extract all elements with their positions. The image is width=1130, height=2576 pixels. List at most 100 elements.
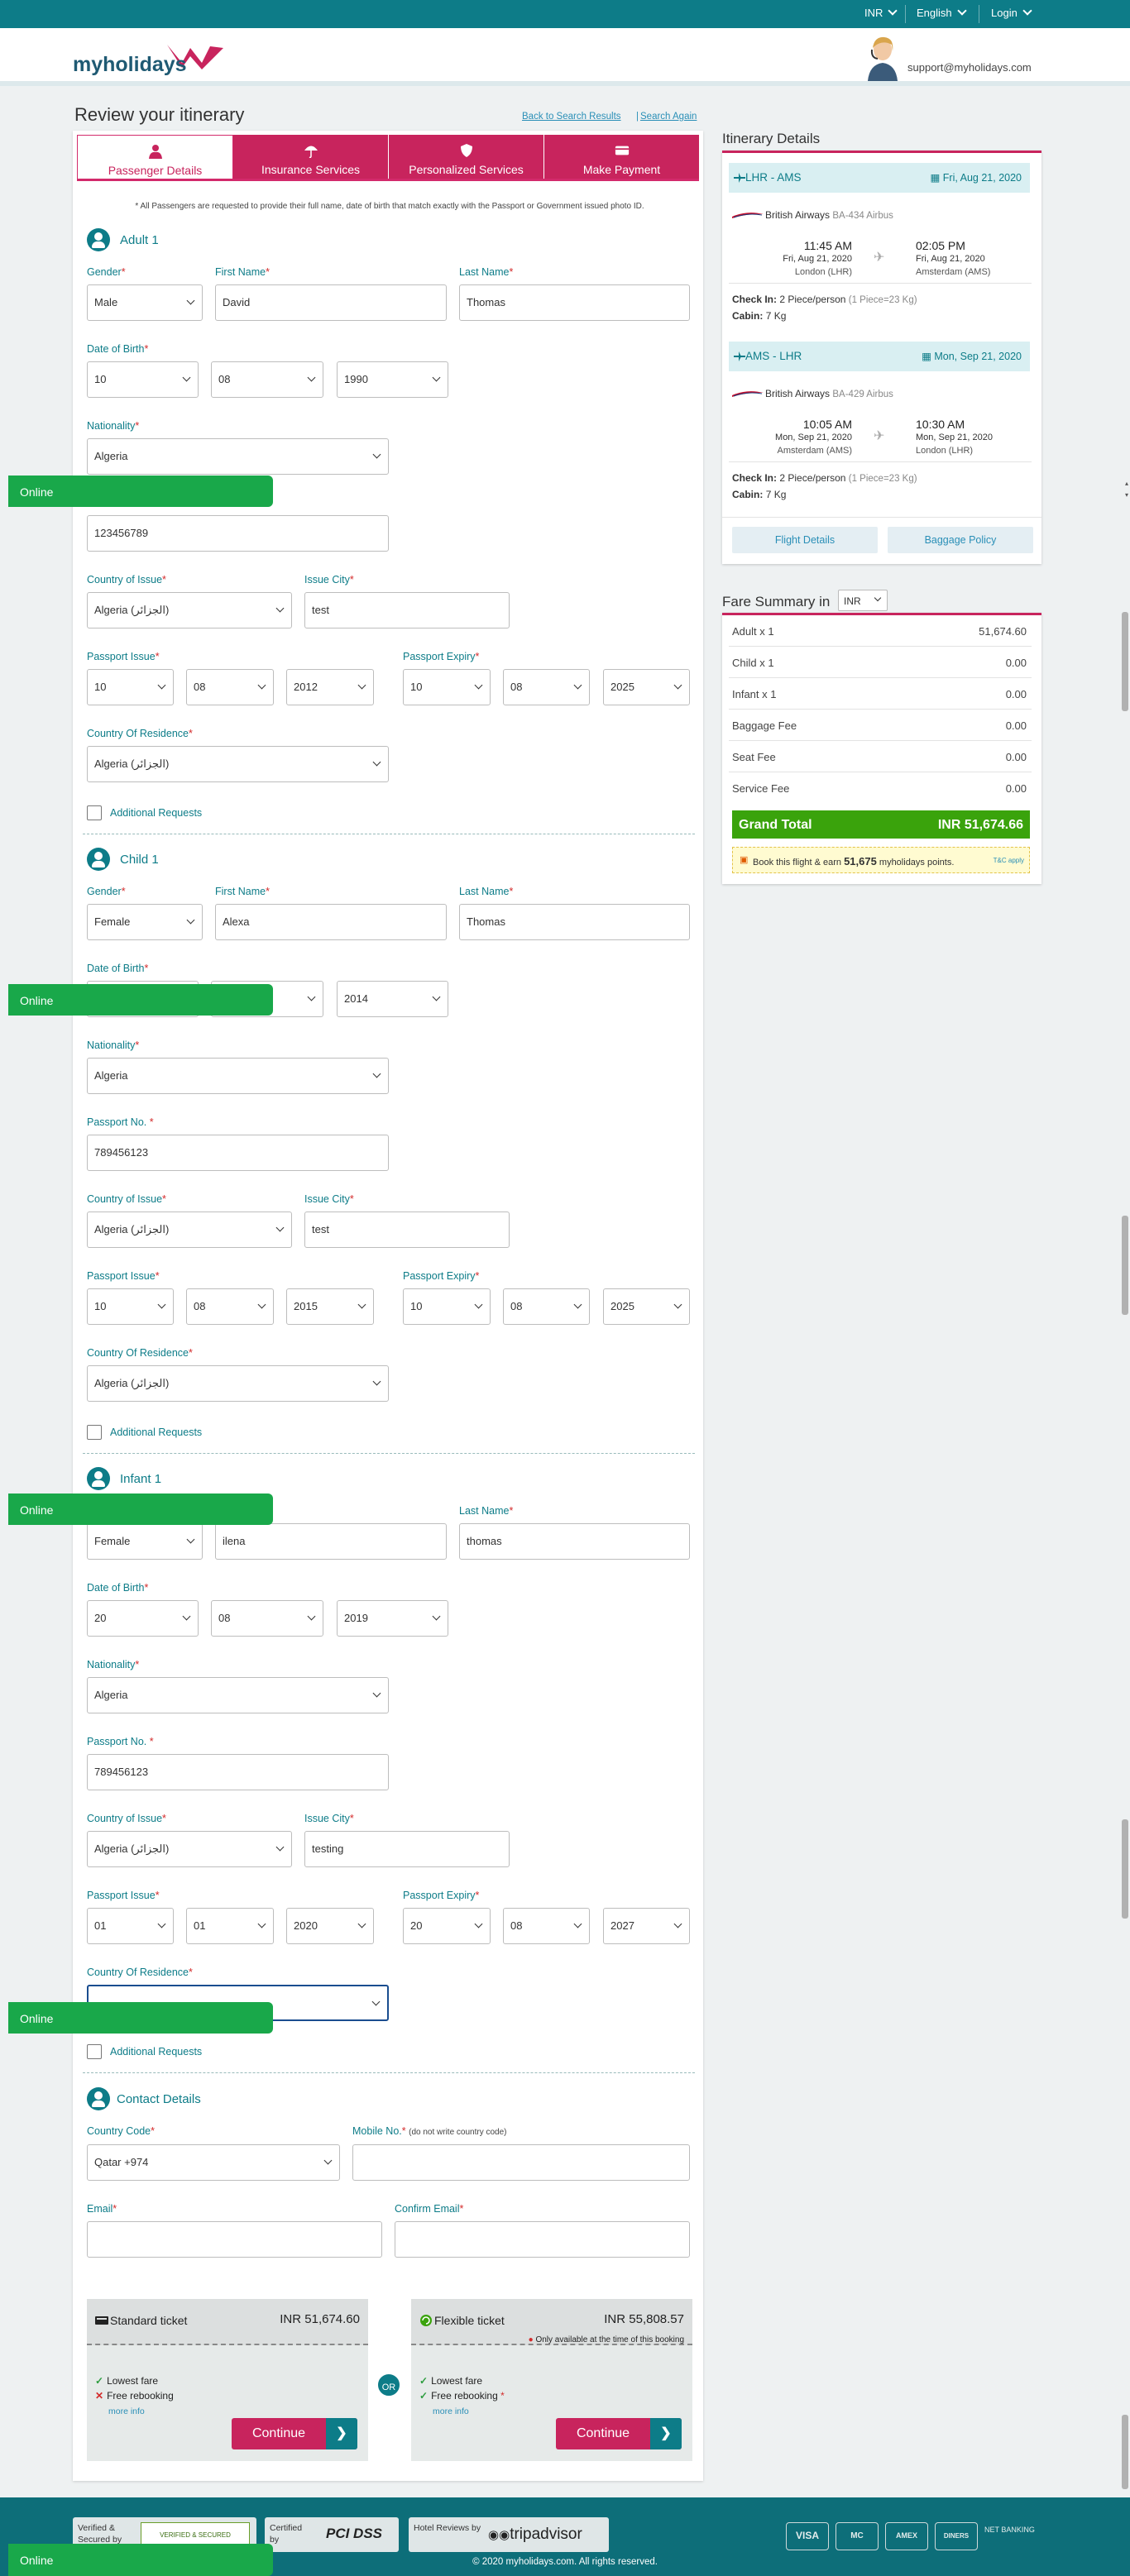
infant-first-name-input[interactable]: ilena bbox=[215, 1523, 447, 1560]
support-email[interactable]: support@myholidays.com bbox=[907, 61, 1032, 74]
tab-passenger-details[interactable]: Passenger Details bbox=[77, 135, 233, 179]
online-chat-tab[interactable]: Online bbox=[8, 476, 273, 507]
pci-badge[interactable]: Certified by PCI DSS bbox=[265, 2517, 399, 2552]
infant-passport-issue-month-select[interactable]: 01 bbox=[186, 1908, 274, 1944]
child-passport-expiry-year-select[interactable]: 2025 bbox=[603, 1288, 690, 1325]
additional-requests-label[interactable]: Additional Requests bbox=[110, 1427, 202, 1438]
currency-dropdown[interactable]: INR bbox=[864, 7, 896, 19]
adult-country-residence-select[interactable]: Algeria (الجزائر) bbox=[87, 746, 389, 782]
more-info-link[interactable]: more info bbox=[433, 2406, 469, 2416]
child-issue-city-input[interactable]: test bbox=[304, 1212, 510, 1248]
fare-row: Baggage Fee 0.00 bbox=[729, 710, 1032, 741]
infant-passport-issue-year-select[interactable]: 2020 bbox=[286, 1908, 374, 1944]
tc-link[interactable]: T&C apply bbox=[994, 857, 1024, 864]
child-passport-no-input[interactable]: 789456123 bbox=[87, 1135, 389, 1171]
scrollbar-thumb[interactable] bbox=[1122, 2415, 1128, 2489]
scrollbar-thumb[interactable] bbox=[1122, 1819, 1128, 1919]
online-chat-tab[interactable]: Online bbox=[8, 2002, 273, 2034]
mobile-input[interactable] bbox=[352, 2144, 690, 2181]
online-chat-tab[interactable]: Online bbox=[8, 984, 273, 1016]
child-nationality-select[interactable]: Algeria bbox=[87, 1058, 389, 1094]
adult-passport-no-input[interactable]: 123456789 bbox=[87, 515, 389, 552]
tab-insurance-services[interactable]: Insurance Services bbox=[233, 135, 389, 179]
adult-country-of-issue-select[interactable]: Algeria (الجزائر) bbox=[87, 592, 292, 628]
infant-dob-day-select[interactable]: 20 bbox=[87, 1600, 199, 1637]
online-chat-tab[interactable]: Online bbox=[8, 2544, 273, 2576]
checkin-baggage: Check In: 2 Piece/person (1 Piece=23 Kg) bbox=[732, 294, 917, 305]
logo[interactable]: myholidays bbox=[73, 53, 187, 77]
child-gender-select[interactable]: Female bbox=[87, 904, 203, 940]
additional-requests-label[interactable]: Additional Requests bbox=[110, 2046, 202, 2057]
adult-first-name-input[interactable]: David bbox=[215, 284, 447, 321]
adult-passport-issue-year-select[interactable]: 2012 bbox=[286, 669, 374, 705]
child-passport-issue-year-select[interactable]: 2015 bbox=[286, 1288, 374, 1325]
scrollbar-thumb[interactable] bbox=[1122, 1216, 1128, 1315]
infant-passport-expiry-day-select[interactable]: 20 bbox=[403, 1908, 491, 1944]
child-additional-requests-checkbox[interactable] bbox=[87, 1425, 102, 1440]
confirm-email-input[interactable] bbox=[395, 2221, 690, 2258]
passport-issue-label: Passport Issue* bbox=[87, 1270, 160, 1282]
adult-last-name-input[interactable]: Thomas bbox=[459, 284, 690, 321]
infant-additional-requests-checkbox[interactable] bbox=[87, 2044, 102, 2059]
country-code-label: Country Code* bbox=[87, 2125, 155, 2137]
infant-dob-month-select[interactable]: 08 bbox=[211, 1600, 323, 1637]
child-passport-expiry-day-select[interactable]: 10 bbox=[403, 1288, 491, 1325]
child-passport-expiry-month-select[interactable]: 08 bbox=[503, 1288, 590, 1325]
infant-last-name-input[interactable]: thomas bbox=[459, 1523, 690, 1560]
child-passport-issue-day-select[interactable]: 10 bbox=[87, 1288, 174, 1325]
language-dropdown[interactable]: English bbox=[917, 7, 965, 19]
ticket-price: INR 55,808.57 bbox=[604, 2312, 684, 2326]
scrollbar[interactable]: ▴ ▾ bbox=[1120, 480, 1130, 504]
adult-issue-city-input[interactable]: test bbox=[304, 592, 510, 628]
fare-currency-select[interactable]: INR bbox=[838, 590, 888, 611]
back-to-search-link[interactable]: Back to Search Results bbox=[522, 112, 621, 122]
country-code-select[interactable]: Qatar +974 bbox=[87, 2144, 340, 2181]
child-first-name-input[interactable]: Alexa bbox=[215, 904, 447, 940]
additional-requests-label[interactable]: Additional Requests bbox=[110, 807, 202, 819]
adult-additional-requests-checkbox[interactable] bbox=[87, 805, 102, 820]
adult-passport-issue-month-select[interactable]: 08 bbox=[186, 669, 274, 705]
baggage-policy-button[interactable]: Baggage Policy bbox=[888, 527, 1033, 553]
infant-dob-year-select[interactable]: 2019 bbox=[337, 1600, 448, 1637]
infant-issue-city-input[interactable]: testing bbox=[304, 1831, 510, 1867]
scrollbar-thumb[interactable] bbox=[1122, 612, 1128, 711]
more-info-link[interactable]: more info bbox=[108, 2406, 145, 2416]
adult-dob-month-select[interactable]: 08 bbox=[211, 361, 323, 398]
tripadvisor-badge[interactable]: Hotel Reviews by ◉◉tripadvisor bbox=[409, 2517, 609, 2552]
email-input[interactable] bbox=[87, 2221, 382, 2258]
infant-passport-issue-day-select[interactable]: 01 bbox=[87, 1908, 174, 1944]
tab-make-payment[interactable]: Make Payment bbox=[544, 135, 699, 179]
infant-passport-expiry-month-select[interactable]: 08 bbox=[503, 1908, 590, 1944]
last-name-label: Last Name* bbox=[459, 886, 514, 897]
adult-dob-day-select[interactable]: 10 bbox=[87, 361, 199, 398]
flexible-continue-button[interactable]: Continue ❯ bbox=[556, 2418, 682, 2449]
adult-passport-issue-day-select[interactable]: 10 bbox=[87, 669, 174, 705]
adult-passport-expiry-day-select[interactable]: 10 bbox=[403, 669, 491, 705]
login-dropdown[interactable]: Login bbox=[991, 7, 1031, 19]
search-again-link[interactable]: Search Again bbox=[640, 112, 697, 122]
infant-country-of-issue-select[interactable]: Algeria (الجزائر) bbox=[87, 1831, 292, 1867]
departure-date: Mon, Sep 21, 2020 bbox=[775, 433, 852, 442]
tab-personalized-services[interactable]: Personalized Services bbox=[389, 135, 544, 179]
child-passport-issue-month-select[interactable]: 08 bbox=[186, 1288, 274, 1325]
infant-nationality-select[interactable]: Algeria bbox=[87, 1677, 389, 1713]
infant-passport-no-input[interactable]: 789456123 bbox=[87, 1754, 389, 1790]
online-chat-tab[interactable]: Online bbox=[8, 1494, 273, 1525]
standard-continue-button[interactable]: Continue ❯ bbox=[232, 2418, 357, 2449]
flexible-ticket-card[interactable]: Flexible ticket INR 55,808.57 ● Only ava… bbox=[411, 2299, 692, 2461]
adult-nationality-select[interactable]: Algeria bbox=[87, 438, 389, 475]
child-country-residence-select[interactable]: Algeria (الجزائر) bbox=[87, 1365, 389, 1402]
flight-details-button[interactable]: Flight Details bbox=[732, 527, 878, 553]
infant-passport-expiry-year-select[interactable]: 2027 bbox=[603, 1908, 690, 1944]
adult-passport-expiry-year-select[interactable]: 2025 bbox=[603, 669, 690, 705]
adult-gender-select[interactable]: Male bbox=[87, 284, 203, 321]
standard-ticket-card[interactable]: Standard ticket INR 51,674.60 ✓ Lowest fa… bbox=[87, 2299, 368, 2461]
infant-gender-select[interactable]: Female bbox=[87, 1523, 203, 1560]
child-country-of-issue-select[interactable]: Algeria (الجزائر) bbox=[87, 1212, 292, 1248]
child-dob-year-select[interactable]: 2014 bbox=[337, 981, 448, 1017]
child-last-name-input[interactable]: Thomas bbox=[459, 904, 690, 940]
passport-issue-label: Passport Issue* bbox=[87, 1890, 160, 1901]
chevron-down-icon bbox=[874, 594, 882, 602]
adult-passport-expiry-month-select[interactable]: 08 bbox=[503, 669, 590, 705]
adult-dob-year-select[interactable]: 1990 bbox=[337, 361, 448, 398]
